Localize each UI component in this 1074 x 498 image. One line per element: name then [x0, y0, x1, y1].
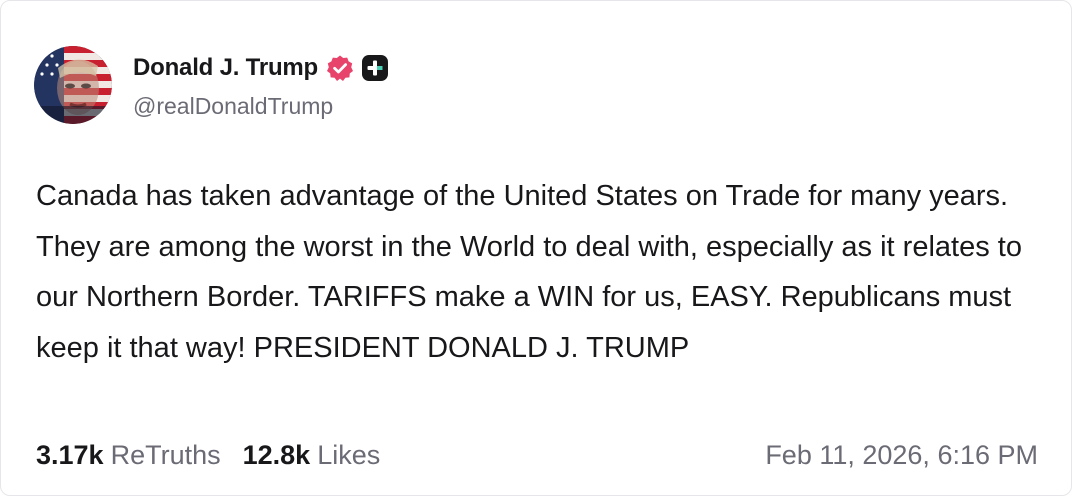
- likes-count: 12.8k: [242, 439, 311, 470]
- post-card: Donald J. Trump @realDonaldTrump Canada …: [0, 0, 1072, 496]
- likes-stat[interactable]: 12.8k Likes: [243, 440, 381, 471]
- avatar[interactable]: [34, 46, 112, 124]
- retruths-count: 3.17k: [36, 439, 104, 470]
- author-handle[interactable]: @realDonaldTrump: [133, 93, 333, 120]
- post-timestamp[interactable]: Feb 11, 2026, 6:16 PM: [765, 440, 1038, 471]
- likes-label: Likes: [317, 439, 381, 470]
- retruths-label: ReTruths: [110, 439, 221, 470]
- post-footer: 3.17k ReTruths 12.8k Likes Feb 11, 2026,…: [36, 437, 1038, 473]
- plus-badge-icon: [361, 54, 389, 82]
- author-display-name[interactable]: Donald J. Trump: [133, 54, 318, 82]
- author-name-row: Donald J. Trump: [133, 52, 389, 84]
- retruths-stat[interactable]: 3.17k ReTruths: [36, 440, 221, 471]
- post-body-text: Canada has taken advantage of the United…: [36, 180, 1022, 364]
- verified-badge-icon: [326, 54, 354, 82]
